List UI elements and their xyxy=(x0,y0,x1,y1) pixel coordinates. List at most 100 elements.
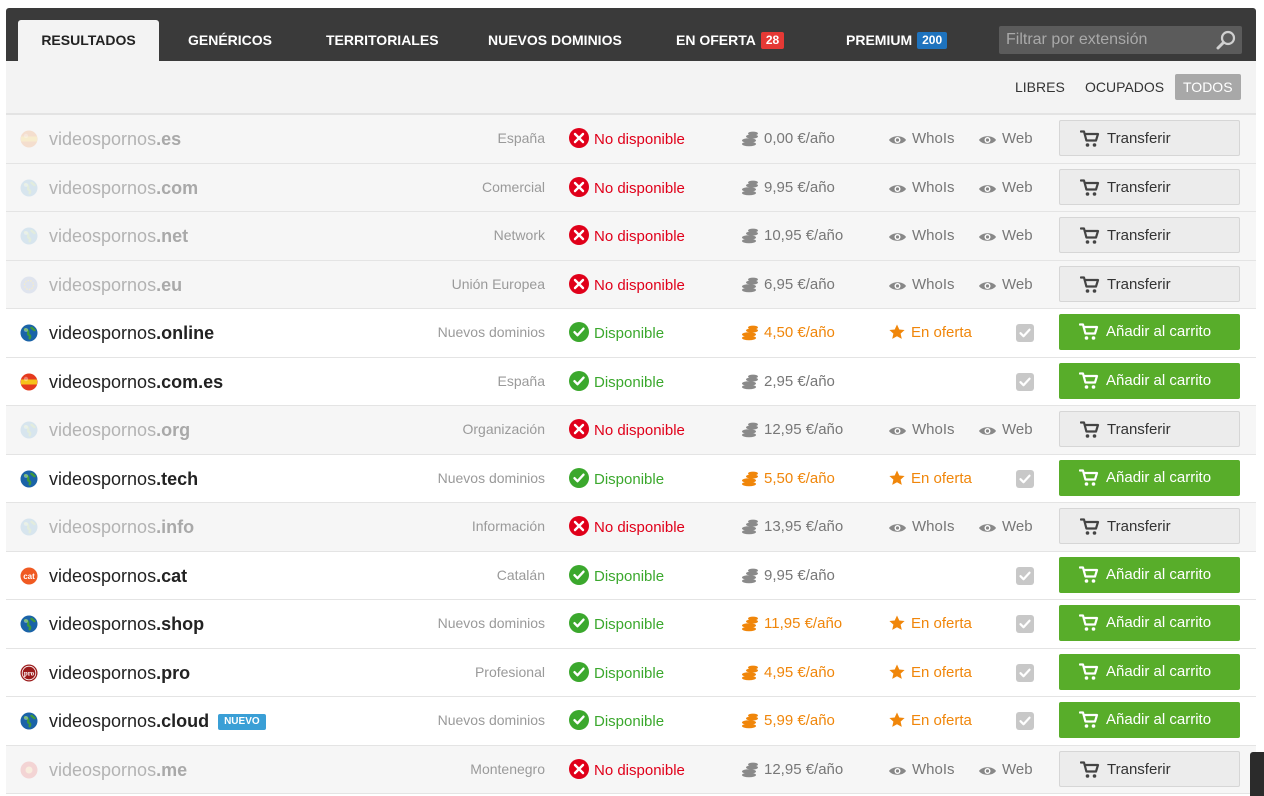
web-link[interactable]: Web xyxy=(978,420,1033,440)
web-link[interactable]: Web xyxy=(978,226,1033,246)
coins-icon xyxy=(742,665,758,680)
eye-icon xyxy=(889,427,906,435)
magnifier-icon[interactable] xyxy=(1216,30,1236,50)
domain-row: cat videospornos.cat Catalán Disponible 9,95… xyxy=(6,551,1256,600)
domain-category: Montenegro xyxy=(470,760,545,777)
cart-icon xyxy=(1080,760,1100,778)
transfer-button[interactable]: Transferir xyxy=(1059,750,1240,787)
web-link[interactable]: Web xyxy=(978,275,1033,295)
eye-icon xyxy=(979,233,996,241)
domain-category: Catalán xyxy=(496,566,545,583)
cart-icon xyxy=(1080,518,1100,535)
domain-base: videospornos xyxy=(49,323,157,343)
filter-todos[interactable]: TODOS xyxy=(1175,74,1241,100)
premium-count-badge: 200 xyxy=(917,32,948,49)
transfer-button[interactable]: Transferir xyxy=(1059,508,1240,544)
transfer-button[interactable]: Transferir xyxy=(1059,120,1240,156)
tab-genericos[interactable]: GENÉRICOS xyxy=(188,20,272,61)
filter-libres[interactable]: LIBRES xyxy=(1007,74,1073,100)
domain-name: videospornos.org xyxy=(49,417,190,443)
select-checkbox[interactable] xyxy=(1016,324,1034,342)
domain-category: Profesional xyxy=(474,663,545,680)
add-to-cart-button[interactable]: Añadir al carrito xyxy=(1059,362,1240,399)
domain-extension: .net xyxy=(156,226,189,246)
add-to-cart-button[interactable]: Añadir al carrito xyxy=(1059,314,1240,350)
select-checkbox[interactable] xyxy=(1016,469,1034,488)
web-link[interactable]: Web xyxy=(978,178,1033,198)
domain-base: videospornos xyxy=(49,517,157,537)
whois-link[interactable]: WhoIs xyxy=(888,275,955,295)
transfer-button[interactable]: Transferir xyxy=(1059,217,1240,253)
web-link[interactable]: Web xyxy=(978,760,1033,780)
domain-extension: .cat xyxy=(156,565,188,586)
tab-resultados[interactable]: RESULTADOS xyxy=(18,20,159,61)
select-checkbox[interactable] xyxy=(1016,663,1034,682)
offer-tag: En oferta xyxy=(889,663,972,683)
tab-nuevos-dominios[interactable]: NUEVOS DOMINIOS xyxy=(488,20,622,61)
add-to-cart-button[interactable]: Añadir al carrito xyxy=(1059,702,1240,738)
domain-name: videospornos.info xyxy=(49,514,194,540)
domain-row: videospornos.me Montenegro No disponible 12… xyxy=(6,745,1256,794)
domain-extension: .info xyxy=(156,517,195,537)
transfer-label: Transferir xyxy=(1107,518,1171,535)
domain-price: 13,95 €/año xyxy=(741,517,843,537)
transfer-button[interactable]: Transferir xyxy=(1059,411,1240,447)
coins-icon xyxy=(742,568,758,583)
price-value: 6,95 €/año xyxy=(764,275,835,293)
tab-premium[interactable]: PREMIUM 200 xyxy=(846,20,948,61)
add-to-cart-button[interactable]: Añadir al carrito xyxy=(1059,653,1240,690)
whois-link[interactable]: WhoIs xyxy=(888,226,955,246)
web-link[interactable]: Web xyxy=(978,129,1033,149)
x-circle-icon xyxy=(569,128,589,148)
whois-link[interactable]: WhoIs xyxy=(888,129,955,149)
domain-price: 12,95 €/año xyxy=(741,420,843,440)
domain-price: 9,95 €/año xyxy=(741,178,835,198)
offer-label: En oferta xyxy=(911,663,972,681)
transfer-label: Transferir xyxy=(1107,421,1171,438)
domain-name: videospornos.tech xyxy=(49,466,198,492)
add-to-cart-label: Añadir al carrito xyxy=(1106,371,1212,389)
whois-link[interactable]: WhoIs xyxy=(888,178,955,198)
add-to-cart-label: Añadir al carrito xyxy=(1106,711,1212,728)
domain-category: España xyxy=(497,372,545,389)
add-to-cart-button[interactable]: Añadir al carrito xyxy=(1059,556,1240,593)
filter-ocupados[interactable]: OCUPADOS xyxy=(1077,74,1172,100)
domain-name: videospornos.es xyxy=(49,126,181,152)
domain-price: 9,95 €/año xyxy=(741,566,835,586)
transfer-button[interactable]: Transferir xyxy=(1059,168,1240,205)
transfer-label: Transferir xyxy=(1107,760,1171,778)
extension-filter-input[interactable] xyxy=(999,26,1211,54)
coins-icon xyxy=(742,471,758,486)
select-checkbox[interactable] xyxy=(1016,615,1034,633)
select-checkbox[interactable] xyxy=(1016,372,1034,391)
whois-link[interactable]: WhoIs xyxy=(888,517,955,537)
availability-label: No disponible xyxy=(594,179,685,197)
add-to-cart-button[interactable]: Añadir al carrito xyxy=(1059,459,1240,496)
coins-icon xyxy=(742,713,758,729)
web-link[interactable]: Web xyxy=(978,517,1033,537)
globe-icon xyxy=(20,615,38,633)
whois-link[interactable]: WhoIs xyxy=(888,760,955,780)
add-to-cart-button[interactable]: Añadir al carrito xyxy=(1059,605,1240,641)
whois-link[interactable]: WhoIs xyxy=(888,420,955,440)
availability-label: No disponible xyxy=(594,422,685,439)
tab-en-oferta[interactable]: EN OFERTA 28 xyxy=(676,20,785,61)
add-to-cart-label: Añadir al carrito xyxy=(1106,614,1212,631)
domain-base: videospornos xyxy=(49,759,157,780)
select-checkbox[interactable] xyxy=(1016,566,1034,585)
availability-label: Disponible xyxy=(594,325,665,342)
domain-extension: .com xyxy=(156,177,199,198)
price-value: 9,95 €/año xyxy=(764,566,835,584)
offer-count-badge: 28 xyxy=(760,32,785,49)
new-badge: NUEVO xyxy=(218,714,266,730)
transfer-button[interactable]: Transferir xyxy=(1059,265,1240,302)
globe-icon xyxy=(20,421,38,439)
select-checkbox[interactable] xyxy=(1016,712,1034,730)
availability-status: No disponible xyxy=(569,176,685,199)
domain-price: 11,95 €/año xyxy=(741,614,842,634)
tab-territoriales[interactable]: TERRITORIALES xyxy=(326,20,439,61)
eye-icon xyxy=(979,427,996,435)
domain-extension: .com.es xyxy=(156,371,224,392)
add-to-cart-label: Añadir al carrito xyxy=(1106,323,1212,340)
domain-base: videospornos xyxy=(49,662,157,683)
